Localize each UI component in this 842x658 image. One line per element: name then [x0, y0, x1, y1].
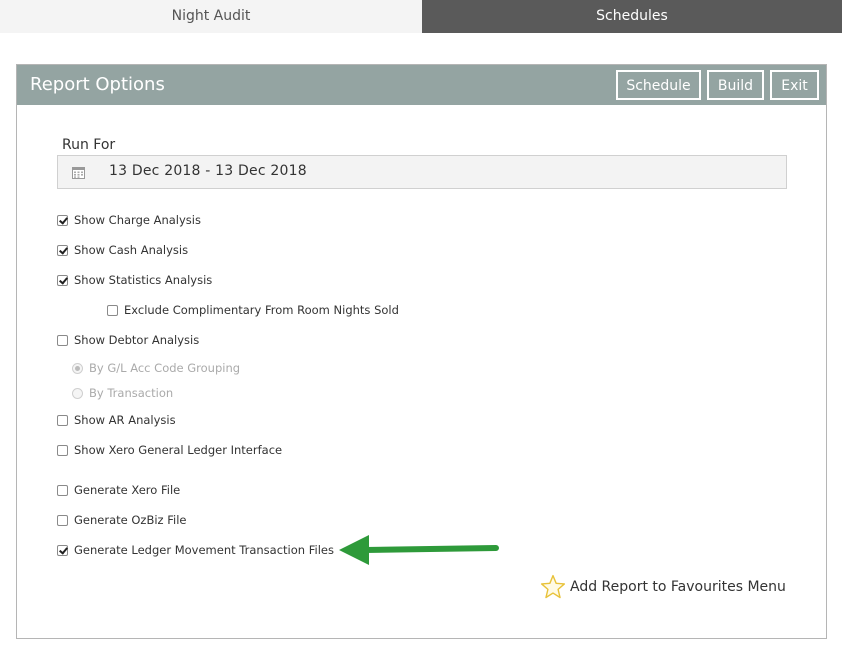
run-for-label: Run For: [62, 137, 116, 153]
generate-xero-file-option[interactable]: Generate Xero File: [57, 483, 180, 497]
show-statistics-analysis-checkbox[interactable]: [57, 274, 68, 286]
panel-header: Report Options Schedule Build Exit: [17, 65, 826, 105]
generate-ozbiz-file-option[interactable]: Generate OzBiz File: [57, 513, 186, 527]
show-xero-gl-interface-label: Show Xero General Ledger Interface: [74, 443, 283, 457]
add-to-favourites-label: Add Report to Favourites Menu: [570, 579, 786, 595]
exclude-complimentary-option[interactable]: Exclude Complimentary From Room Nights S…: [107, 303, 399, 317]
show-debtor-analysis-option[interactable]: Show Debtor Analysis: [57, 333, 199, 347]
by-gl-acc-code-label: By G/L Acc Code Grouping: [89, 361, 241, 375]
show-xero-gl-interface-option[interactable]: Show Xero General Ledger Interface: [57, 443, 282, 457]
exit-button[interactable]: Exit: [770, 70, 819, 100]
show-ar-analysis-option[interactable]: Show AR Analysis: [57, 413, 176, 427]
show-statistics-analysis-label: Show Statistics Analysis: [74, 273, 213, 287]
build-button[interactable]: Build: [707, 70, 764, 100]
show-debtor-analysis-label: Show Debtor Analysis: [74, 333, 200, 347]
date-range-value: 13 Dec 2018 - 13 Dec 2018: [109, 163, 307, 179]
generate-xero-file-label: Generate Xero File: [74, 483, 181, 497]
by-transaction-label: By Transaction: [89, 386, 174, 400]
report-options-panel: Report Options Schedule Build Exit Run F…: [16, 64, 827, 639]
show-statistics-analysis-option[interactable]: Show Statistics Analysis: [57, 273, 212, 287]
add-to-favourites-link[interactable]: Add Report to Favourites Menu: [540, 574, 786, 600]
exclude-complimentary-checkbox[interactable]: [107, 304, 118, 316]
show-xero-gl-interface-checkbox[interactable]: [57, 444, 68, 456]
tab-bar: Night Audit Schedules: [0, 0, 842, 33]
star-icon[interactable]: [540, 574, 566, 600]
exclude-complimentary-label: Exclude Complimentary From Room Nights S…: [124, 303, 399, 317]
show-cash-analysis-label: Show Cash Analysis: [74, 243, 189, 257]
generate-xero-file-checkbox[interactable]: [57, 484, 68, 496]
by-transaction-radio: [72, 387, 83, 399]
tab-schedules[interactable]: Schedules: [422, 0, 842, 33]
show-ar-analysis-label: Show AR Analysis: [74, 413, 176, 427]
schedule-button[interactable]: Schedule: [616, 70, 701, 100]
show-cash-analysis-option[interactable]: Show Cash Analysis: [57, 243, 188, 257]
calendar-icon[interactable]: [58, 156, 98, 188]
panel-title: Report Options: [30, 74, 165, 95]
generate-ozbiz-file-checkbox[interactable]: [57, 514, 68, 526]
generate-ozbiz-file-label: Generate OzBiz File: [74, 513, 187, 527]
by-transaction-option: By Transaction: [72, 386, 173, 400]
show-charge-analysis-checkbox[interactable]: [57, 214, 68, 226]
show-charge-analysis-label: Show Charge Analysis: [74, 213, 201, 227]
show-debtor-analysis-checkbox[interactable]: [57, 334, 68, 346]
show-ar-analysis-checkbox[interactable]: [57, 414, 68, 426]
tab-night-audit[interactable]: Night Audit: [0, 0, 422, 33]
generate-ledger-movement-checkbox[interactable]: [57, 544, 68, 556]
date-range-field[interactable]: 13 Dec 2018 - 13 Dec 2018: [57, 155, 787, 189]
show-cash-analysis-checkbox[interactable]: [57, 244, 68, 256]
annotation-arrow-icon: [339, 535, 499, 565]
by-gl-acc-code-option: By G/L Acc Code Grouping: [72, 361, 240, 375]
generate-ledger-movement-label: Generate Ledger Movement Transaction Fil…: [74, 543, 334, 557]
show-charge-analysis-option[interactable]: Show Charge Analysis: [57, 213, 201, 227]
generate-ledger-movement-option[interactable]: Generate Ledger Movement Transaction Fil…: [57, 543, 334, 557]
by-gl-acc-code-radio: [72, 362, 83, 374]
